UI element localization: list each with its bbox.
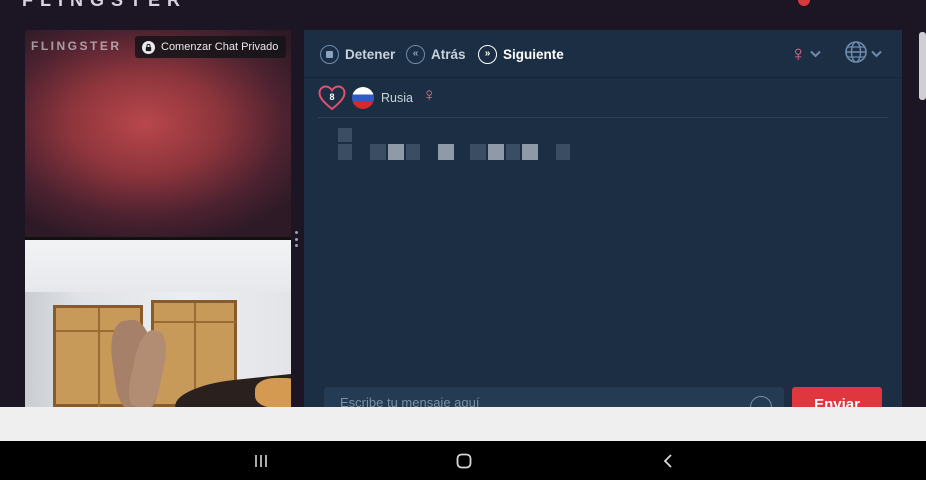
fast-forward-icon: » — [478, 44, 497, 64]
partner-country: Rusia — [381, 91, 413, 105]
next-button[interactable]: » Siguiente — [478, 43, 564, 65]
recent-apps-icon[interactable] — [249, 449, 273, 473]
chevron-down-icon — [809, 48, 821, 60]
like-button[interactable]: 8 — [318, 85, 346, 111]
chat-toolbar: Detener « Atrás » Siguiente ♀ — [304, 30, 902, 78]
back-nav-icon[interactable] — [656, 449, 680, 473]
site-header: FLINGSTER — [0, 0, 926, 28]
browser-bottom-bar — [0, 407, 926, 441]
globe-icon — [844, 40, 868, 69]
android-nav-bar — [0, 441, 926, 480]
language-filter-dropdown[interactable] — [844, 40, 888, 68]
stop-icon — [320, 44, 339, 64]
gender-filter-dropdown[interactable]: ♀ — [790, 40, 830, 68]
russia-flag-icon — [352, 87, 374, 109]
message-area — [318, 122, 888, 382]
partner-gender-icon: ♀ — [422, 85, 437, 106]
back-button[interactable]: « Atrás — [406, 43, 466, 65]
rewind-icon: « — [406, 44, 425, 64]
private-chat-button[interactable]: Comenzar Chat Privado — [135, 36, 286, 58]
lock-icon — [142, 40, 155, 54]
chat-panel: Detener « Atrás » Siguiente ♀ 8 Rusia ♀ … — [304, 30, 902, 419]
site-logo[interactable]: FLINGSTER — [22, 0, 187, 11]
page-scrollbar[interactable] — [919, 32, 926, 100]
stop-button[interactable]: Detener — [320, 43, 395, 65]
panel-resize-handle[interactable] — [294, 231, 298, 247]
likes-count: 8 — [329, 92, 335, 102]
home-icon[interactable] — [452, 449, 476, 473]
chevron-down-icon — [871, 48, 882, 60]
partner-info-bar: 8 Rusia ♀ — [318, 84, 888, 118]
private-chat-label: Comenzar Chat Privado — [161, 41, 279, 53]
video-column: FLINGSTER Comenzar Chat Privado — [25, 30, 291, 407]
video-watermark: FLINGSTER — [31, 39, 122, 53]
notification-dot[interactable] — [798, 0, 810, 6]
remote-video: FLINGSTER Comenzar Chat Privado — [25, 30, 291, 237]
venus-icon: ♀ — [790, 41, 807, 66]
local-video — [25, 240, 291, 407]
